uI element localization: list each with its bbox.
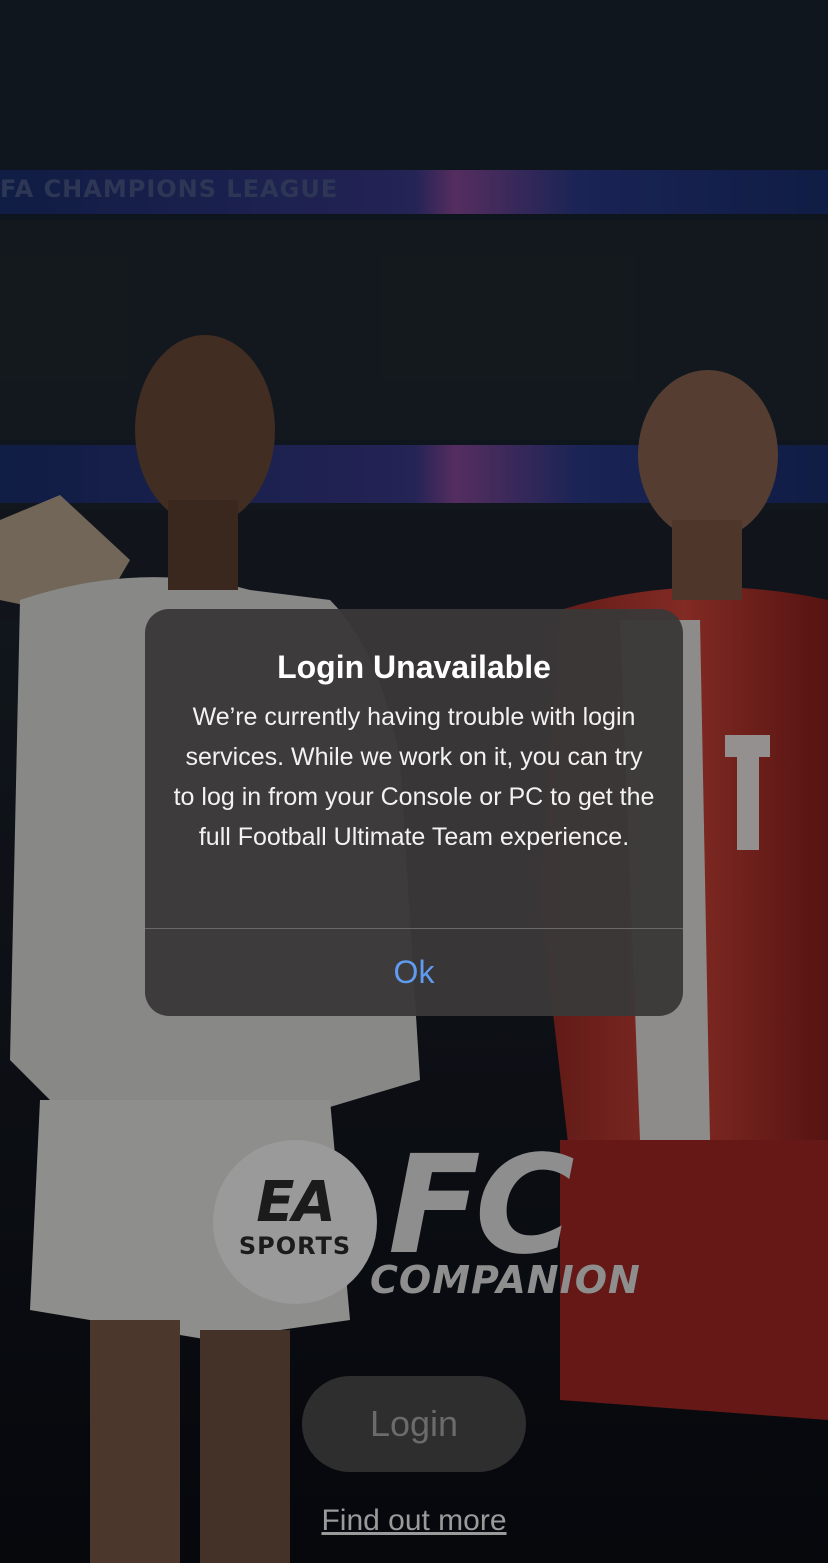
login-unavailable-dialog: Login Unavailable We’re currently having… (145, 609, 683, 1016)
ea-letters: EA (256, 1170, 336, 1235)
dialog-message: We’re currently having trouble with logi… (173, 703, 655, 851)
dialog-title: Login Unavailable (277, 649, 551, 685)
companion-wordmark: COMPANION (370, 1258, 641, 1302)
ea-sports-label: SPORTS (238, 1232, 352, 1260)
find-out-more-link[interactable]: Find out more (0, 1504, 828, 1538)
fc-wordmark: FC (388, 1127, 575, 1285)
ea-sports-badge: EA SPORTS (213, 1140, 377, 1304)
ea-sports-fc-companion-logo: EA SPORTS FC COMPANION (213, 1127, 640, 1310)
ok-button[interactable]: Ok (145, 929, 683, 1016)
login-button[interactable]: Login (302, 1376, 526, 1472)
